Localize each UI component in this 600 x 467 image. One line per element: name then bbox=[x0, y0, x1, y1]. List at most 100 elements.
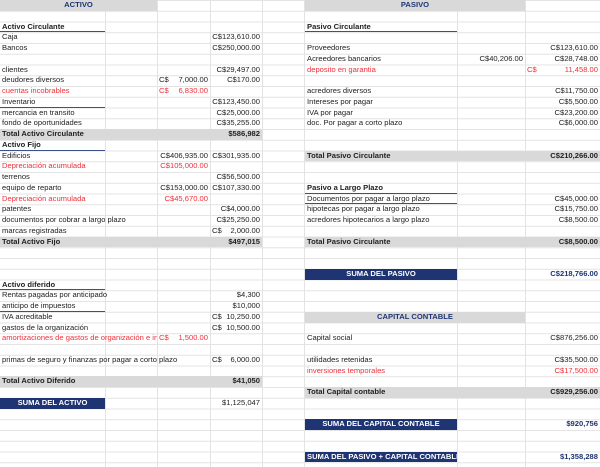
subtotal-cell[interactable]: C$ 1,500.00 bbox=[157, 333, 210, 344]
currency-symbol: C$ bbox=[527, 64, 537, 74]
subtotal-cell[interactable]: C$406,935.00 bbox=[157, 151, 210, 162]
amount-cell[interactable]: C$35,255.00 bbox=[210, 118, 262, 129]
account-label[interactable]: Caja bbox=[0, 32, 210, 43]
section-title: Activo diferido bbox=[0, 280, 105, 291]
amount-cell[interactable]: C$17,500.00 bbox=[525, 366, 600, 377]
account-label[interactable]: utilidades retenidas bbox=[305, 355, 525, 366]
amount-cell[interactable]: C$ 10,500.00 bbox=[210, 323, 262, 334]
amount-cell[interactable]: C$11,750.00 bbox=[525, 86, 600, 97]
amount-cell[interactable]: C$45,000.00 bbox=[525, 194, 600, 205]
amount-cell[interactable]: C$25,250.00 bbox=[210, 215, 262, 226]
amount-cell[interactable]: $41,050 bbox=[210, 376, 262, 387]
account-label[interactable]: Capital social bbox=[305, 333, 525, 344]
amount-value: 6,000.00 bbox=[230, 354, 260, 364]
amount-cell[interactable]: C$25,000.00 bbox=[210, 108, 262, 119]
subtotal-cell[interactable]: C$105,000.00 bbox=[157, 161, 210, 172]
amount-cell[interactable]: C$56,500.00 bbox=[210, 172, 262, 183]
account-label[interactable]: IVA por pagar bbox=[305, 108, 525, 119]
subtotal-cell[interactable]: C$45,670.00 bbox=[157, 194, 210, 205]
amount-cell[interactable]: C$929,256.00 bbox=[525, 387, 600, 398]
section-title: Pasivo Circulante bbox=[305, 22, 457, 33]
account-label[interactable]: IVA acreditable bbox=[0, 312, 210, 323]
amount-cell[interactable]: C$123,610.00 bbox=[525, 43, 600, 54]
amount-cell[interactable]: C$15,750.00 bbox=[525, 204, 600, 215]
amount-cell[interactable]: C$218,766.00 bbox=[525, 269, 600, 280]
amount-cell[interactable]: $497,015 bbox=[210, 237, 262, 248]
amount-cell[interactable]: C$107,330.00 bbox=[210, 183, 262, 194]
account-label[interactable]: marcas registradas bbox=[0, 226, 210, 237]
amount-value: 1,500.00 bbox=[178, 333, 208, 343]
account-label[interactable]: Inventario bbox=[0, 97, 105, 108]
currency-symbol: C$ bbox=[159, 86, 169, 95]
amount-cell[interactable]: C$4,000.00 bbox=[210, 204, 262, 215]
section-header: PASIVO bbox=[305, 0, 525, 11]
amount-cell[interactable]: $10,000 bbox=[210, 301, 262, 312]
amount-cell[interactable]: C$29,497.00 bbox=[210, 65, 262, 76]
account-label[interactable]: Depreciación acumulada bbox=[0, 161, 157, 172]
account-label[interactable]: inversiones temporales bbox=[305, 366, 525, 377]
amount-cell[interactable]: $1,125,047 bbox=[210, 398, 262, 409]
account-label[interactable]: gastos de la organización bbox=[0, 323, 210, 334]
amount-cell[interactable]: C$8,500.00 bbox=[525, 237, 600, 248]
account-label[interactable]: Rentas pagadas por anticipado bbox=[0, 290, 210, 301]
amount-cell[interactable]: C$ 11,458.00 bbox=[525, 65, 600, 76]
account-label[interactable]: Edificios bbox=[0, 151, 157, 162]
account-label[interactable]: deposito en garantia bbox=[305, 65, 525, 76]
amount-cell[interactable]: C$6,000.00 bbox=[525, 118, 600, 129]
account-label[interactable]: acredores diversos bbox=[305, 86, 525, 97]
amount-cell[interactable]: $920,756 bbox=[525, 419, 600, 430]
account-label[interactable]: Depreciación acumulada bbox=[0, 194, 157, 205]
amount-cell[interactable]: C$301,935.00 bbox=[210, 151, 262, 162]
amount-cell[interactable]: C$ 10,250.00 bbox=[210, 312, 262, 323]
account-label[interactable]: Documentos por pagar a largo plazo bbox=[305, 194, 457, 205]
amount-cell[interactable]: C$170.00 bbox=[210, 75, 262, 86]
amount-cell[interactable]: C$6,000.00 bbox=[210, 355, 262, 366]
balance-sheet: ACTIVO Activo Circulante Caja C$123,610.00 B… bbox=[0, 0, 600, 467]
amount-cell[interactable]: $586,982 bbox=[210, 129, 262, 140]
account-label[interactable]: cuentas incobrables bbox=[0, 86, 157, 97]
account-label[interactable]: mercancia en transito bbox=[0, 108, 210, 119]
account-label[interactable]: hipotecas por pagar a largo plazo bbox=[305, 204, 525, 215]
account-label[interactable]: patentes bbox=[0, 204, 210, 215]
account-label[interactable]: Intereses por pagar bbox=[305, 97, 525, 108]
subtotal-cell[interactable]: C$ 7,000.00 bbox=[157, 75, 210, 86]
account-label[interactable]: terrenos bbox=[0, 172, 210, 183]
currency-symbol: C$ bbox=[159, 333, 169, 343]
account-label[interactable]: primas de seguro y finanzas por pagar a … bbox=[0, 355, 210, 366]
amount-cell[interactable]: C$210,266.00 bbox=[525, 151, 600, 162]
amount-cell[interactable]: $4,300 bbox=[210, 290, 262, 301]
account-label[interactable]: equipo de reparto bbox=[0, 183, 157, 194]
amount-cell[interactable]: C$ 2,000.00 bbox=[210, 226, 262, 237]
account-label[interactable]: Proveedores bbox=[305, 43, 525, 54]
subtotal-cell[interactable]: C$ 6,830.00 bbox=[157, 86, 210, 97]
subtotal-cell[interactable]: C$40,206.00 bbox=[457, 54, 525, 65]
amount-cell[interactable]: C$876,256.00 bbox=[525, 333, 600, 344]
account-label[interactable]: amortizaciones de gastos de organización… bbox=[0, 333, 157, 344]
amount-cell[interactable]: C$123,610.00 bbox=[210, 32, 262, 43]
amount-cell[interactable]: C$123,450.00 bbox=[210, 97, 262, 108]
account-label[interactable]: Bancos bbox=[0, 43, 210, 54]
summary-band: SUMA DEL PASIVO bbox=[305, 268, 457, 280]
amount-cell[interactable]: $1,358,288 bbox=[525, 452, 600, 463]
account-label[interactable]: clientes bbox=[0, 65, 210, 76]
amount-cell[interactable]: C$35,500.00 bbox=[525, 355, 600, 366]
account-label[interactable]: doc. Por pagar a corto plazo bbox=[305, 118, 525, 129]
account-label[interactable]: documentos por cobrar a largo plazo bbox=[0, 215, 210, 226]
account-label[interactable]: acredores hipotecarios a largo plazo bbox=[305, 215, 525, 226]
amount-value: 10,250.00 bbox=[226, 311, 260, 321]
amount-value: 2,000.00 bbox=[230, 225, 260, 235]
section-title: Pasivo a Largo Plazo bbox=[305, 183, 457, 194]
subtotal-cell[interactable]: C$153,000.00 bbox=[157, 183, 210, 194]
section-header: ACTIVO bbox=[0, 0, 157, 11]
section-title: Activo Circulante bbox=[0, 22, 105, 33]
amount-cell[interactable]: C$23,200.00 bbox=[525, 108, 600, 119]
amount-cell[interactable]: C$8,500.00 bbox=[525, 215, 600, 226]
account-label[interactable]: deudores diversos bbox=[0, 75, 157, 86]
amount-cell[interactable]: C$5,500.00 bbox=[525, 97, 600, 108]
amount-cell[interactable]: C$250,000.00 bbox=[210, 43, 262, 54]
account-label[interactable]: fondo de oportunidades bbox=[0, 118, 210, 129]
account-label[interactable]: Acreedores bancarios bbox=[305, 54, 457, 65]
account-label[interactable]: anticipo de impuestos bbox=[0, 301, 105, 312]
amount-value: 7,000.00 bbox=[178, 75, 208, 85]
amount-cell[interactable]: C$28,748.00 bbox=[525, 54, 600, 65]
